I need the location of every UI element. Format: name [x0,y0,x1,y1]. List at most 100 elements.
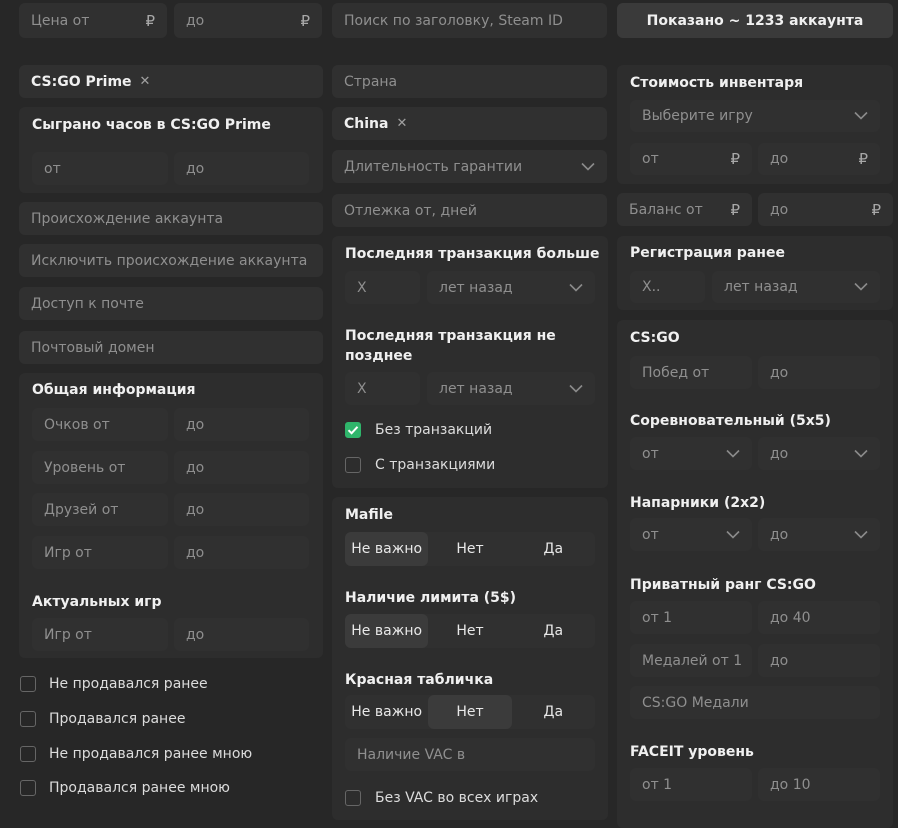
last-tx-not-later-title: Последняя транзакция не позднее [345,328,556,364]
registration-x-input[interactable]: X.. [630,271,705,303]
mafile-yes-option[interactable]: Да [512,532,595,566]
mail-domain-input[interactable]: Почтовый домен [19,331,323,364]
mafile-any-option[interactable]: Не важно [345,532,429,566]
mafile-segmented[interactable]: Не важно Нет Да [345,532,595,566]
games-to-placeholder: до [186,544,205,561]
rank-from-value: от 1 [642,609,673,626]
faceit-to-input[interactable]: до 10 [758,768,880,801]
wins-from-input[interactable]: Побед от [630,356,752,389]
vac-select[interactable]: Наличие VAC в [345,738,595,771]
rest-days-placeholder: Отлежка от, дней [344,202,477,219]
ruble-icon: ₽ [145,11,155,30]
medals-to-value: до [770,652,789,669]
competitive-to-select[interactable]: до [758,437,880,470]
guarantee-select[interactable]: Длительность гарантии [332,150,607,183]
close-icon[interactable]: ✕ [396,116,407,131]
chevron-down-icon [569,283,583,292]
exclude-origin-select[interactable]: Исключить происхождение аккаунта [19,244,323,277]
last-tx-not-later-x-value: X [357,380,367,397]
games-to-input[interactable]: до [174,536,309,569]
level-from-input[interactable]: Уровень от [32,451,168,484]
wingman-from-select[interactable]: от [630,518,752,551]
wingman-title: Напарники (2x2) [630,495,766,511]
last-tx-not-later-unit-select[interactable]: лет назад [427,372,595,405]
competitive-from-select[interactable]: от [630,437,752,470]
limit-any-option[interactable]: Не важно [345,614,429,648]
points-from-input[interactable]: Очков от [32,408,168,441]
last-tx-more-x-input[interactable]: X [345,271,420,304]
no-transactions-label: Без транзакций [375,422,493,438]
medals-from-input[interactable]: Медалей от 1 [630,644,752,677]
search-input[interactable]: Поиск по заголовку, Steam ID [332,3,607,38]
close-icon[interactable]: ✕ [140,74,151,89]
red-plate-no-option[interactable]: Нет [428,695,512,729]
faceit-from-input[interactable]: от 1 [630,768,752,801]
check-icon [347,425,358,435]
game-tag[interactable]: CS:GO Prime ✕ [19,65,323,98]
hours-from-input[interactable]: от [32,152,168,185]
actual-games-from-placeholder: Игр от [44,626,92,643]
price-to-input[interactable]: до ₽ [174,3,322,38]
sold-before-label: Продавался ранее [49,711,186,727]
friends-to-input[interactable]: до [174,493,309,526]
wins-to-input[interactable]: до [758,356,880,389]
hours-to-input[interactable]: до [174,152,309,185]
red-plate-any-option[interactable]: Не важно [345,695,428,729]
actual-games-title: Актуальных игр [32,594,162,610]
wingman-to-select[interactable]: до [758,518,880,551]
with-transactions-checkbox[interactable] [345,457,361,473]
mail-access-select[interactable]: Доступ к почте [19,287,323,320]
rank-to-value: до 40 [770,609,811,626]
not-sold-before-checkbox[interactable] [20,676,36,692]
actual-games-from-input[interactable]: Игр от [32,618,168,651]
last-tx-not-later-x-input[interactable]: X [345,372,420,405]
no-vac-all-checkbox[interactable] [345,790,361,806]
country-tag[interactable]: China ✕ [332,107,607,140]
rest-days-input[interactable]: Отлежка от, дней [332,194,607,227]
limit-no-option[interactable]: Нет [428,614,511,648]
actual-games-to-input[interactable]: до [174,618,309,651]
medals-select[interactable]: CS:GO Медали [630,686,880,719]
sold-before-checkbox[interactable] [20,711,36,727]
red-plate-yes-option[interactable]: Да [512,695,595,729]
limit-yes-option[interactable]: Да [512,614,595,648]
select-game-select[interactable]: Выберите игру [630,100,880,132]
level-to-input[interactable]: до [174,451,309,484]
country-placeholder: Страна [344,73,398,90]
vac-placeholder: Наличие VAC в [357,746,466,763]
inventory-from-input[interactable]: от ₽ [630,143,752,175]
actual-games-to-placeholder: до [186,626,205,643]
registration-unit-select[interactable]: лет назад [712,271,880,303]
exclude-origin-placeholder: Исключить происхождение аккаунта [31,252,308,269]
last-tx-more-title: Последняя транзакция больше [345,246,600,262]
points-to-input[interactable]: до [174,408,309,441]
ruble-icon: ₽ [871,200,881,219]
rank-to-input[interactable]: до 40 [758,601,880,634]
faceit-to-value: до 10 [770,776,811,793]
rank-from-input[interactable]: от 1 [630,601,752,634]
mafile-no-option[interactable]: Нет [428,532,511,566]
country-select[interactable]: Страна [332,65,607,98]
registration-x-value: X.. [642,279,661,295]
red-plate-segmented[interactable]: Не важно Нет Да [345,695,595,729]
friends-from-input[interactable]: Друзей от [32,493,168,526]
private-rank-title: Приватный ранг CS:GO [630,577,816,593]
origin-select[interactable]: Происхождение аккаунта [19,202,323,235]
limit-segmented[interactable]: Не важно Нет Да [345,614,595,648]
sold-by-me-checkbox[interactable] [20,780,36,796]
sold-by-me-label: Продавался ранее мною [49,780,230,796]
shown-accounts-button[interactable]: Показано ~ 1233 аккаунта [617,3,893,38]
friends-to-placeholder: до [186,501,205,518]
medals-to-input[interactable]: до [758,644,880,677]
chevron-down-icon [854,111,868,120]
inventory-to-input[interactable]: до ₽ [758,143,880,175]
price-from-input[interactable]: Цена от ₽ [19,3,167,38]
medals-from-value: Медалей от 1 [642,652,743,669]
balance-from-input[interactable]: Баланс от ₽ [617,193,752,226]
no-transactions-checkbox[interactable] [345,422,361,438]
red-plate-title: Красная табличка [345,672,494,688]
not-sold-by-me-checkbox[interactable] [20,746,36,762]
balance-to-input[interactable]: до ₽ [758,193,893,226]
games-from-input[interactable]: Игр от [32,536,168,569]
last-tx-more-unit-select[interactable]: лет назад [427,271,595,304]
